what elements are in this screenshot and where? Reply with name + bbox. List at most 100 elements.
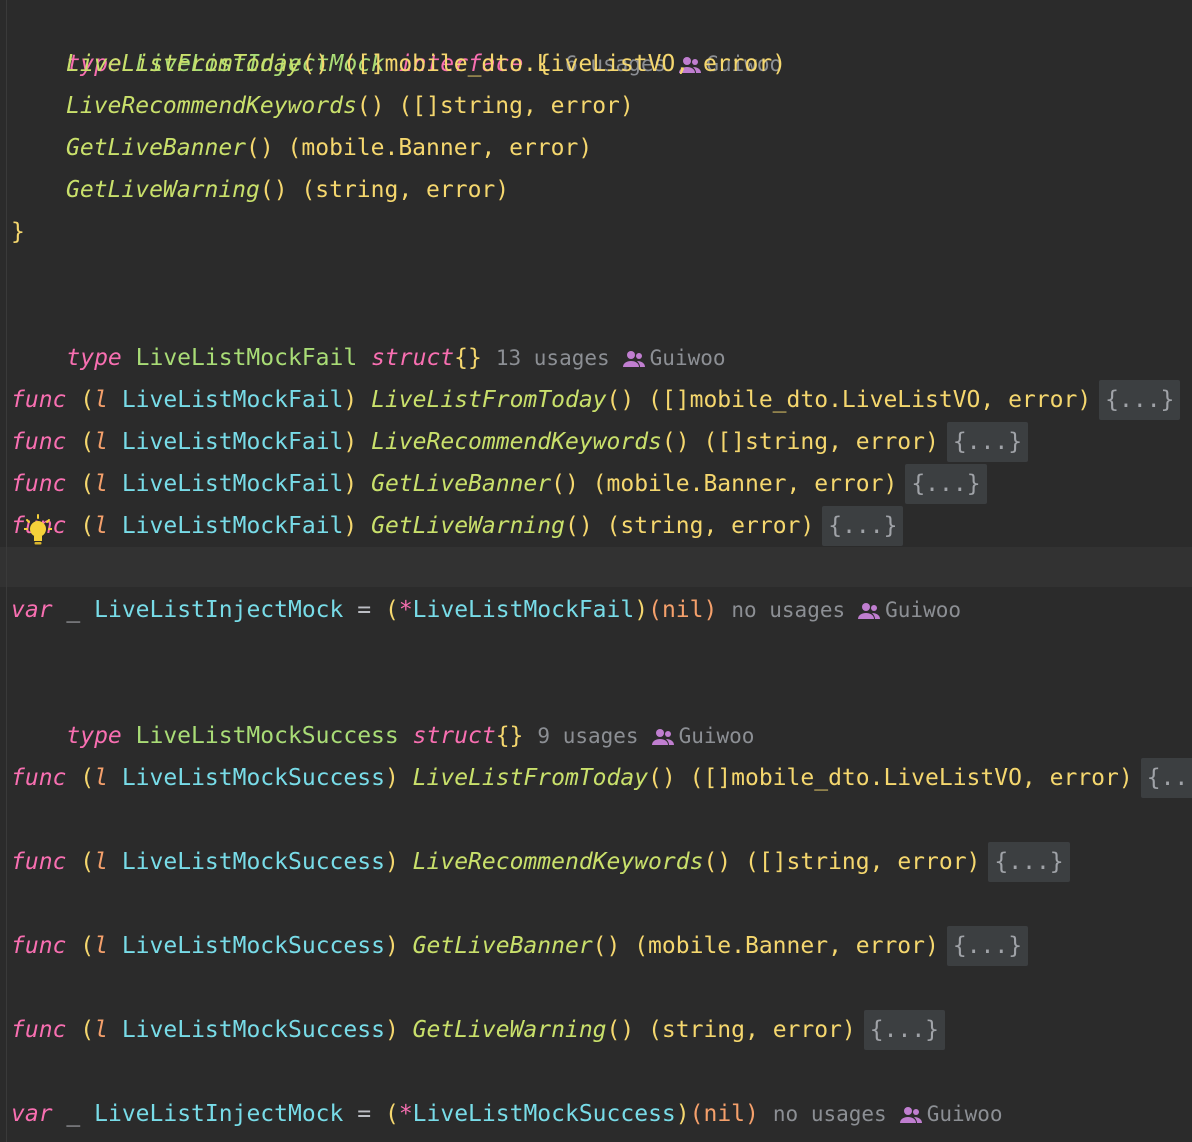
type-ref[interactable]: LiveListInjectMock	[94, 1101, 343, 1127]
paren-open: (	[80, 471, 95, 497]
receiver-type[interactable]: LiveListMockFail	[122, 471, 344, 497]
author-name[interactable]: Guiwoo	[885, 598, 961, 622]
method-name[interactable]: LiveListFromToday	[66, 51, 301, 77]
func-name[interactable]: GetLiveWarning	[413, 1017, 607, 1043]
paren-close: )	[343, 513, 358, 539]
keyword-struct: struct	[412, 723, 496, 749]
receiver-var: l	[94, 849, 108, 875]
code-line-struct-decl[interactable]: type LiveListMockSuccess struct{} 9 usage…	[11, 673, 754, 749]
paren-close: )	[343, 471, 358, 497]
keyword-func: func	[11, 1017, 67, 1043]
usages-hint[interactable]: 13 usages	[496, 346, 610, 370]
type-ref[interactable]: LiveListInjectMock	[94, 597, 343, 623]
func-name[interactable]: GetLiveBanner	[413, 933, 593, 959]
paren-close: )	[384, 765, 399, 791]
nil-value: (nil)	[648, 597, 718, 623]
author-people-icon	[651, 728, 674, 745]
paren-close: )	[343, 387, 358, 413]
func-name[interactable]: LiveListFromToday	[371, 387, 606, 413]
author-people-icon	[622, 350, 645, 367]
method-name[interactable]: GetLiveWarning	[66, 177, 260, 203]
method-signature: () (string, error)	[259, 177, 510, 203]
folded-body-button[interactable]: {...}	[863, 1010, 946, 1050]
func-name[interactable]: GetLiveBanner	[371, 471, 551, 497]
folded-body-button[interactable]: {...}	[946, 926, 1029, 966]
code-line-interface-decl[interactable]: type LiveListInjectMock interface {6 usa…	[11, 1, 782, 77]
receiver-type[interactable]: LiveListMockSuccess	[122, 933, 385, 959]
code-line-func[interactable]: func (l LiveListMockFail) LiveRecommendK…	[11, 421, 1029, 463]
receiver-type[interactable]: LiveListMockFail	[122, 513, 344, 539]
code-line-method[interactable]: LiveRecommendKeywords() ([]string, error…	[11, 85, 634, 127]
author-name[interactable]: Guiwoo	[650, 346, 726, 370]
paren-open: (	[80, 1017, 95, 1043]
nil-value: (nil)	[689, 1101, 759, 1127]
func-name[interactable]: LiveRecommendKeywords	[413, 849, 704, 875]
func-signature: () (mobile.Banner, error)	[551, 471, 898, 497]
code-line-func[interactable]: func (l LiveListMockSuccess) LiveListFro…	[11, 757, 1192, 799]
author-people-icon	[858, 602, 881, 619]
paren-open: (	[384, 597, 399, 623]
code-line-func[interactable]: func (l LiveListMockFail) LiveListFromTo…	[11, 379, 1181, 421]
paren-open: (	[80, 933, 95, 959]
brace-close: }	[11, 219, 25, 245]
func-signature: () ([]mobile_dto.LiveListVO, error)	[648, 765, 1133, 791]
type-ref[interactable]: LiveListMockSuccess	[413, 1101, 676, 1127]
code-line-func[interactable]: func (l LiveListMockSuccess) LiveRecomme…	[11, 841, 1070, 883]
folded-body-button[interactable]: {...}	[988, 842, 1070, 882]
code-line-func[interactable]: func (l LiveListMockSuccess) GetLiveWarn…	[11, 1009, 946, 1051]
struct-body: {}	[454, 345, 482, 371]
paren-open: (	[80, 765, 95, 791]
receiver-type[interactable]: LiveListMockFail	[122, 387, 344, 413]
receiver-var: l	[94, 471, 108, 497]
usages-hint[interactable]: no usages	[773, 1102, 887, 1126]
paren-close: )	[384, 1017, 399, 1043]
method-name[interactable]: LiveRecommendKeywords	[66, 93, 357, 119]
author-name[interactable]: Guiwoo	[679, 724, 755, 748]
paren-open: (	[80, 429, 95, 455]
func-name[interactable]: LiveListFromToday	[413, 765, 648, 791]
code-line-method[interactable]: GetLiveWarning() (string, error)	[11, 169, 509, 211]
folded-body-button[interactable]: {...}	[905, 464, 987, 504]
func-name[interactable]: GetLiveWarning	[371, 513, 565, 539]
code-line-struct-decl[interactable]: type LiveListMockFail struct{} 13 usages G…	[11, 295, 725, 371]
method-signature: () ([]string, error)	[356, 93, 634, 119]
type-ref[interactable]: LiveListMockFail	[413, 597, 635, 623]
code-line-method[interactable]: LiveListFromToday() ([]mobile_dto.LiveLi…	[11, 43, 786, 85]
paren-close: )	[343, 429, 358, 455]
code-line-func[interactable]: func (l LiveListMockSuccess) GetLiveBann…	[11, 925, 1029, 967]
receiver-type[interactable]: LiveListMockSuccess	[122, 765, 385, 791]
method-name[interactable]: GetLiveBanner	[66, 135, 246, 161]
folded-body-button[interactable]: {...}	[1099, 380, 1181, 420]
keyword-func: func	[11, 765, 67, 791]
code-line-func[interactable]: func (l LiveListMockFail) GetLiveWarning…	[11, 505, 904, 547]
folded-body-button[interactable]: {...}	[946, 422, 1029, 462]
lightbulb-icon[interactable]	[24, 514, 52, 548]
paren-close: )	[634, 597, 649, 623]
folded-body-button[interactable]: {...	[1140, 758, 1192, 798]
receiver-type[interactable]: LiveListMockSuccess	[122, 1017, 385, 1043]
keyword-type: type	[66, 345, 122, 371]
usages-hint[interactable]: no usages	[731, 598, 845, 622]
func-signature: () (mobile.Banner, error)	[592, 933, 939, 959]
keyword-func: func	[11, 387, 67, 413]
code-line-method[interactable]: GetLiveBanner() (mobile.Banner, error)	[11, 127, 592, 169]
code-line-close-brace[interactable]: }	[11, 211, 25, 253]
func-name[interactable]: LiveRecommendKeywords	[371, 429, 662, 455]
type-name[interactable]: LiveListMockFail	[136, 345, 358, 371]
receiver-var: l	[94, 513, 108, 539]
code-line-func[interactable]: func (l LiveListMockFail) GetLiveBanner(…	[11, 463, 987, 505]
receiver-type[interactable]: LiveListMockSuccess	[122, 849, 385, 875]
receiver-var: l	[94, 429, 108, 455]
folded-body-button[interactable]: {...}	[822, 506, 904, 546]
code-line-var-assert[interactable]: var _ LiveListInjectMock = (*LiveListMoc…	[11, 1093, 1003, 1135]
receiver-var: l	[94, 765, 108, 791]
type-name[interactable]: LiveListMockSuccess	[136, 723, 399, 749]
paren-open: (	[80, 387, 95, 413]
code-editor[interactable]: type LiveListInjectMock interface {6 usa…	[0, 0, 1192, 1142]
func-signature: () (string, error)	[564, 513, 815, 539]
usages-hint[interactable]: 9 usages	[537, 724, 638, 748]
code-line-var-assert[interactable]: var _ LiveListInjectMock = (*LiveListMoc…	[11, 589, 961, 631]
receiver-type[interactable]: LiveListMockFail	[122, 429, 344, 455]
author-name[interactable]: Guiwoo	[927, 1102, 1003, 1126]
keyword-struct: struct	[371, 345, 455, 371]
